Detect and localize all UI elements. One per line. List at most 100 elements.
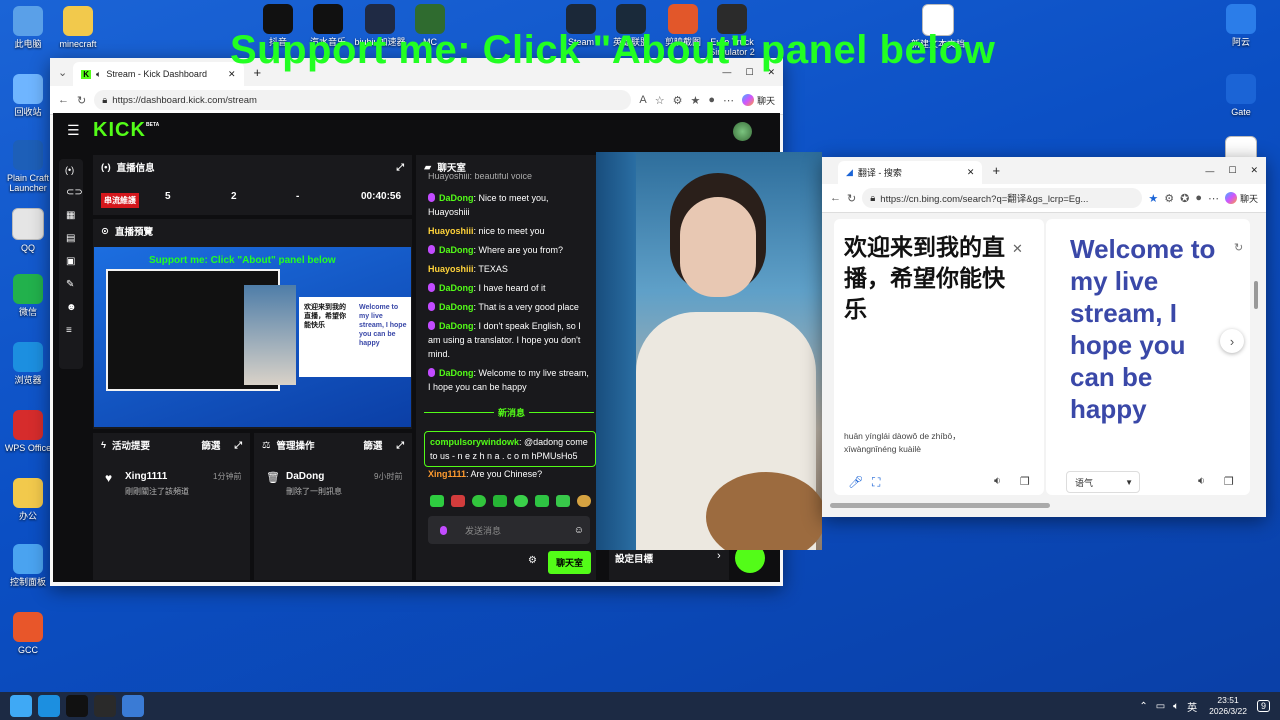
desktop-icon[interactable]: 办公 [0,478,56,521]
chat-send-button[interactable]: 聊天室 [548,551,592,574]
tab-menu-icon[interactable]: ⌄ [58,66,67,79]
speaker-icon[interactable]: 🔉︎ [1198,475,1205,488]
horizontal-scrollbar[interactable] [830,503,1050,508]
calendar-icon[interactable]: ▤ [66,233,83,244]
profile-icon[interactable]: ● [708,94,715,106]
desktop-icon[interactable]: 回收站 [0,74,56,117]
desktop-icon[interactable]: 浏览器 [0,342,56,385]
emote-icon[interactable] [472,495,486,507]
maximize-icon[interactable]: ☐ [1228,165,1236,176]
refresh-icon[interactable]: ↻ [1234,241,1243,254]
wrench-icon[interactable]: ✎ [66,279,83,290]
close-window-icon[interactable]: ✕ [1250,165,1258,176]
tiktok-icon[interactable] [66,695,88,717]
new-tab-icon[interactable]: + [992,163,1000,178]
kick-tab[interactable]: K 🔈︎ Stream - Kick Dashboard ✕ [73,62,244,86]
settings-icon[interactable]: ⚙ [528,555,537,566]
mic-icon[interactable]: 🎤︎ [848,475,863,489]
profile-icon[interactable]: ● [1195,192,1202,204]
desktop-icon[interactable]: 此电脑 [0,6,56,49]
desktop-icon[interactable]: Gate [1213,74,1269,117]
video-icon[interactable]: ▣ [66,256,83,267]
chart-icon[interactable]: ▦ [66,210,83,221]
desktop-icon[interactable]: QQ [0,208,56,253]
kick-url-field[interactable]: 🔒︎ https://dashboard.kick.com/stream [94,90,632,110]
close-tab-icon[interactable]: ✕ [967,167,975,178]
network-icon[interactable]: ▭ [1156,701,1165,712]
desktop-icon[interactable]: Plain Craft Launcher [0,140,56,193]
emote-icon[interactable] [430,495,444,507]
clear-icon[interactable]: ✕ [1012,241,1023,257]
copilot-chat-button[interactable]: 聊天 [741,94,775,107]
camera-icon[interactable]: ⛶ [872,475,880,490]
emote-icon[interactable] [493,495,507,507]
hamburger-menu-icon[interactable]: ☰ [67,122,80,139]
clock[interactable]: 23:51 2026/3/22 [1209,695,1247,717]
source-pane[interactable]: 欢迎来到我的直播，希望你能快乐 ✕ huān yínglái dàowǒ de … [834,219,1044,495]
bing-tab[interactable]: ◢ 翻译 - 搜索 ✕ [838,160,983,185]
chat-username[interactable]: Huayoshiii [428,264,474,274]
tray-chevron-icon[interactable]: ⌃ [1139,701,1147,712]
windows-start-icon[interactable] [10,695,32,717]
expand-icon[interactable]: ⤢ [396,440,404,451]
emote-icon[interactable] [514,495,528,507]
chat-username[interactable]: Huayoshiii [428,226,474,236]
edge-icon[interactable] [38,695,60,717]
highlight-user[interactable]: compulsorywindowk [430,437,519,447]
speaker-icon[interactable]: 🔉︎ [994,475,1001,488]
notification-badge[interactable]: 9 [1256,700,1270,712]
extensions-icon[interactable]: ⚙ [1164,192,1174,205]
minimize-icon[interactable]: — [1205,166,1214,176]
chat-username[interactable]: DaDong [439,193,474,203]
activity-filter-button[interactable]: 篩選 [201,438,220,452]
desktop-icon[interactable]: 阿云 [1213,4,1269,47]
chat-input[interactable]: 发送消息 ☺ [428,516,590,544]
collections-icon[interactable]: ★ [690,94,700,107]
more-icon[interactable]: ⋯ [723,94,734,107]
chat-username[interactable]: DaDong [439,321,474,331]
read-aloud-icon[interactable]: A [639,94,646,106]
volume-icon[interactable]: 🔈︎ [1173,701,1179,712]
reload-icon[interactable]: ↻ [847,192,856,205]
app-icon[interactable] [122,695,144,717]
reload-icon[interactable]: ↻ [77,94,86,107]
chat-username[interactable]: DaDong [439,245,474,255]
emote-icon[interactable] [535,495,549,507]
back-icon[interactable]: ← [830,192,841,204]
broadcast-icon[interactable]: (•) [65,165,83,175]
link-icon[interactable]: ⊂⊃ [66,187,83,198]
favorite-icon[interactable]: ★ [1148,192,1158,205]
stats-icon[interactable]: ≡ [66,325,83,336]
copilot-chat-button[interactable]: 聊天 [1224,192,1258,205]
emote-icon[interactable] [451,495,465,507]
chat-username[interactable]: DaDong [439,302,474,312]
copy-icon[interactable]: ❐ [1020,475,1030,488]
extensions-icon[interactable]: ⚙ [673,94,683,107]
ime-indicator[interactable]: 英 [1187,699,1197,714]
bing-url-field[interactable]: 🔒︎ https://cn.bing.com/search?q=翻译&gs_lc… [862,188,1143,208]
desktop-icon[interactable]: 控制面板 [0,544,56,587]
collections-icon[interactable]: ✪ [1180,192,1189,205]
desktop-icon[interactable]: 微信 [0,274,56,317]
last-user[interactable]: Xing1111 [428,469,466,479]
back-icon[interactable]: ← [58,94,69,106]
moderation-filter-button[interactable]: 篩選 [363,438,382,452]
obs-icon[interactable] [94,695,116,717]
preview-video[interactable]: Support me: Click "About" panel below 欢迎… [94,247,411,427]
emote-icon[interactable] [577,495,591,507]
expand-icon[interactable]: ⤢ [234,440,242,451]
desktop-icon[interactable]: minecraft [50,6,106,49]
desktop-icon[interactable]: GCC [0,612,56,655]
favorite-icon[interactable]: ☆ [655,94,665,107]
desktop-icon[interactable]: WPS Office [0,410,56,453]
emote-icon[interactable] [556,495,570,507]
avatar[interactable] [733,122,752,141]
next-arrow-button[interactable]: › [1220,329,1244,353]
chat-username[interactable]: DaDong [439,368,474,378]
users-icon[interactable]: ☻ [66,302,83,313]
copy-icon[interactable]: ❐ [1224,475,1234,488]
expand-icon[interactable]: ⤢ [396,162,404,173]
chat-username[interactable]: DaDong [439,283,474,293]
emoji-icon[interactable]: ☺ [574,525,584,536]
more-icon[interactable]: ⋯ [1208,192,1219,205]
